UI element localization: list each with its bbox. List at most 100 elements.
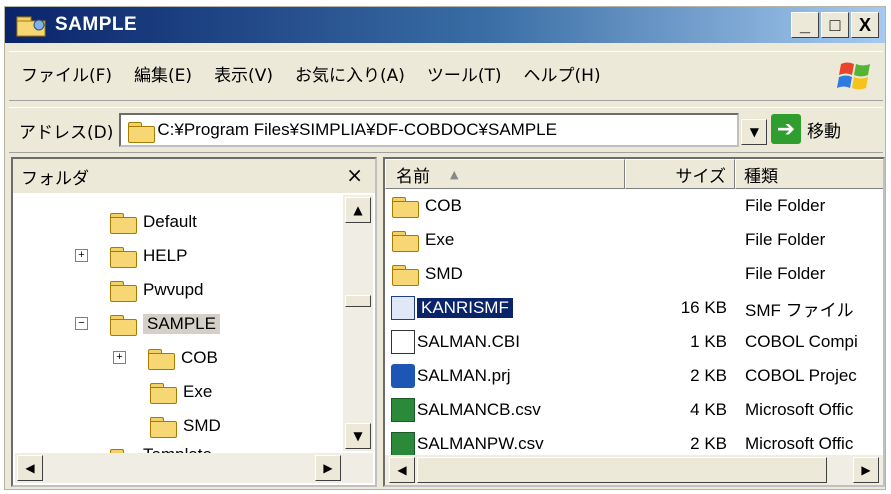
expand-icon[interactable]: +	[75, 249, 88, 262]
file-size	[625, 257, 727, 291]
tree-item-cob[interactable]: + COB	[113, 341, 218, 375]
column-header-size[interactable]: サイズ	[625, 159, 735, 189]
column-name-label: 名前	[396, 166, 430, 187]
column-size-label: サイズ	[675, 166, 727, 187]
folder-icon	[149, 415, 177, 438]
go-label: 移動	[807, 121, 841, 142]
file-type: File Folder	[745, 196, 826, 215]
folder-icon	[391, 229, 419, 252]
tree-item-exe[interactable]: Exe	[149, 375, 212, 409]
close-button[interactable]: X	[851, 12, 879, 38]
menu-view[interactable]: 表示(V)	[204, 51, 283, 101]
column-header-type[interactable]: 種類	[735, 159, 883, 189]
file-size: 1 KB	[690, 332, 727, 351]
folder-icon	[391, 195, 419, 218]
file-type: SMF ファイル	[745, 300, 854, 320]
tree-item-default[interactable]: Default	[109, 205, 197, 239]
menu-favorites[interactable]: お気に入り(A)	[285, 51, 415, 101]
scroll-up-icon[interactable]: ▲	[345, 197, 371, 223]
menu-edit[interactable]: 編集(E)	[124, 51, 202, 101]
list-item[interactable]: SALMAN.prj 2 KB COBOL Projec	[385, 359, 883, 393]
folder-vertical-scrollbar[interactable]: ▲ ▼	[343, 195, 373, 451]
list-horizontal-scrollbar[interactable]: ◀ ▶	[385, 455, 883, 485]
scroll-thumb[interactable]	[345, 295, 371, 307]
file-type: Microsoft Offic	[745, 400, 854, 419]
expand-icon[interactable]: +	[113, 351, 126, 364]
project-file-icon	[391, 364, 415, 388]
folder-pane-title: フォルダ	[21, 168, 89, 189]
sort-ascending-icon: ▲	[450, 167, 459, 181]
file-size: 4 KB	[690, 400, 727, 419]
go-button[interactable]: ➔ 移動	[771, 114, 841, 144]
maximize-button[interactable]: □	[821, 12, 849, 38]
tree-item-pwvupd[interactable]: Pwvupd	[109, 273, 203, 307]
scroll-thumb[interactable]	[417, 457, 827, 483]
menu-tools[interactable]: ツール(T)	[417, 51, 512, 101]
file-type: COBOL Projec	[745, 366, 857, 385]
scroll-left-icon[interactable]: ◀	[389, 457, 415, 483]
address-input[interactable]: C:¥Program Files¥SIMPLIA¥DF-COBDOC¥SAMPL…	[119, 113, 768, 147]
file-type: COBOL Compi	[745, 332, 858, 351]
list-item[interactable]: SALMANCB.csv 4 KB Microsoft Offic	[385, 393, 883, 427]
menu-bar: ファイル(F) 編集(E) 表示(V) お気に入り(A) ツール(T) ヘルプ(…	[9, 51, 883, 101]
list-item[interactable]: Exe File Folder	[385, 223, 883, 257]
caption-buttons: _ □ X	[791, 12, 879, 38]
close-icon[interactable]: ×	[346, 163, 363, 187]
scroll-down-icon[interactable]: ▼	[345, 423, 371, 449]
menu-file[interactable]: ファイル(F)	[11, 51, 122, 101]
minimize-button[interactable]: _	[791, 12, 819, 38]
list-item[interactable]: COB File Folder	[385, 189, 883, 223]
tree-item-label: SAMPLE	[143, 314, 220, 334]
file-name: SALMAN.CBI	[417, 332, 520, 351]
folder-pane: フォルダ × Default + HELP Pwvupd − SAMPLE + …	[11, 157, 377, 487]
folder-open-icon	[109, 313, 137, 336]
folder-icon	[15, 13, 49, 37]
collapse-icon[interactable]: −	[75, 317, 88, 330]
menu-help[interactable]: ヘルプ(H)	[514, 51, 611, 101]
scroll-left-icon[interactable]: ◀	[17, 455, 43, 481]
file-size	[625, 189, 727, 223]
file-name: COB	[425, 196, 462, 215]
file-name: Exe	[425, 230, 455, 249]
folder-horizontal-scrollbar[interactable]: ◀ ▶	[15, 453, 373, 483]
file-name: SALMANCB.csv	[417, 400, 541, 419]
file-name: KANRISMF	[417, 298, 513, 318]
tree-item-smd[interactable]: SMD	[149, 409, 221, 443]
tree-item-label: Pwvupd	[143, 280, 204, 299]
folder-icon	[391, 263, 419, 286]
address-bar: アドレス(D) C:¥Program Files¥SIMPLIA¥DF-COBD…	[9, 107, 883, 153]
folder-icon	[109, 279, 137, 302]
file-size	[625, 223, 727, 257]
tree-item-label: HELP	[143, 246, 188, 265]
folder-pane-header: フォルダ ×	[13, 159, 375, 193]
scroll-right-icon[interactable]: ▶	[315, 455, 341, 481]
file-size: 16 KB	[680, 298, 727, 317]
tree-item-help[interactable]: + HELP	[75, 239, 187, 273]
explorer-window: SAMPLE _ □ X ファイル(F) 編集(E) 表示(V) お気に入り(A…	[4, 6, 886, 490]
list-item[interactable]: SALMAN.CBI 1 KB COBOL Compi	[385, 325, 883, 359]
file-name: SALMAN.prj	[417, 366, 511, 385]
csv-file-icon	[391, 398, 415, 422]
folder-icon	[149, 381, 177, 404]
csv-file-icon	[391, 432, 415, 456]
file-type: File Folder	[745, 264, 826, 283]
smf-file-icon	[391, 296, 415, 320]
list-item-selected[interactable]: KANRISMF 16 KB SMF ファイル	[385, 291, 883, 325]
list-item[interactable]: SMD File Folder	[385, 257, 883, 291]
windows-logo-icon	[835, 58, 875, 96]
file-name: SALMANPW.csv	[417, 434, 544, 453]
tree-item-label: SMD	[183, 416, 221, 435]
tree-item-sample[interactable]: − SAMPLE	[75, 307, 220, 341]
go-arrow-icon: ➔	[771, 114, 801, 144]
title-bar[interactable]: SAMPLE _ □ X	[5, 7, 885, 43]
address-value: C:¥Program Files¥SIMPLIA¥DF-COBDOC¥SAMPL…	[157, 120, 557, 139]
cbi-file-icon	[391, 330, 415, 354]
column-header-name[interactable]: 名前 ▲	[385, 159, 625, 189]
column-type-label: 種類	[744, 166, 778, 187]
scroll-right-icon[interactable]: ▶	[853, 457, 879, 483]
tree-item-label: Exe	[183, 382, 213, 401]
address-dropdown-button[interactable]: ▼	[741, 119, 768, 145]
window-title: SAMPLE	[55, 14, 138, 35]
folder-icon	[109, 211, 137, 234]
tree-item-label: Default	[143, 212, 197, 231]
